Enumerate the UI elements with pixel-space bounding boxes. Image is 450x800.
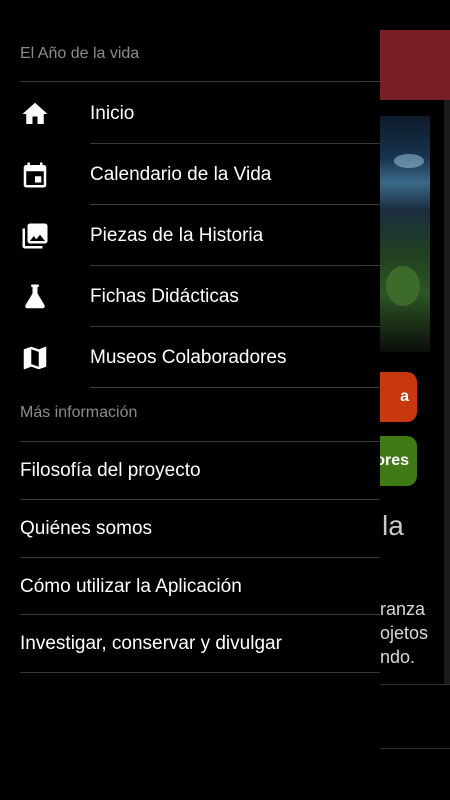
nav-item-piezas[interactable]: Piezas de la Historia: [0, 205, 380, 266]
nav-item-fichas[interactable]: Fichas Didácticas: [0, 266, 380, 327]
nav-item-calendario[interactable]: Calendario de la Vida: [0, 144, 380, 205]
info-item-label: Cómo utilizar la Aplicación: [20, 575, 242, 597]
photos-icon: [20, 221, 50, 251]
nav-item-label: Fichas Didácticas: [90, 285, 239, 307]
orange-button-label: a: [400, 388, 409, 405]
nav-item-label: Museos Colaboradores: [90, 346, 287, 368]
info-item-label: Investigar, conservar y divulgar: [20, 632, 282, 654]
nav-item-museos[interactable]: Museos Colaboradores: [0, 327, 380, 388]
paragraph-line: ranza: [380, 599, 426, 619]
info-item-label: Filosofía del proyecto: [20, 459, 201, 481]
paragraph-line: ojetos: [380, 623, 429, 643]
app-bar: [380, 30, 450, 100]
divider: [380, 684, 450, 685]
section-heading: la: [382, 510, 404, 541]
drawer-title: El Año de la vida: [20, 45, 140, 62]
divider: [20, 81, 380, 82]
divider: [20, 672, 380, 673]
nav-item-label: Inicio: [90, 102, 135, 124]
divider: [90, 387, 380, 388]
navigation-drawer: El Año de la vida Inicio Calendario de l…: [0, 0, 380, 800]
home-icon: [20, 99, 50, 129]
info-item-filosofia[interactable]: Filosofía del proyecto: [0, 442, 380, 499]
nav-item-label: Piezas de la Historia: [90, 224, 264, 246]
green-button-label: ores: [375, 452, 409, 469]
divider: [380, 748, 450, 749]
nav-item-inicio[interactable]: Inicio: [0, 83, 380, 144]
info-item-quienes-somos[interactable]: Quiénes somos: [0, 500, 380, 557]
nav-item-label: Calendario de la Vida: [90, 163, 272, 185]
more-info-header: Más información: [20, 404, 138, 421]
paragraph-line: ndo.: [380, 647, 416, 667]
hero-image: [380, 116, 430, 352]
info-item-investigar[interactable]: Investigar, conservar y divulgar: [0, 615, 380, 672]
intro-paragraph: ranza ojetos ndo.: [380, 597, 450, 669]
calendar-icon: [20, 160, 50, 190]
map-icon: [20, 343, 50, 373]
info-item-label: Quiénes somos: [20, 517, 153, 539]
flask-icon: [20, 282, 50, 312]
info-item-como-utilizar[interactable]: Cómo utilizar la Aplicación: [0, 558, 380, 615]
